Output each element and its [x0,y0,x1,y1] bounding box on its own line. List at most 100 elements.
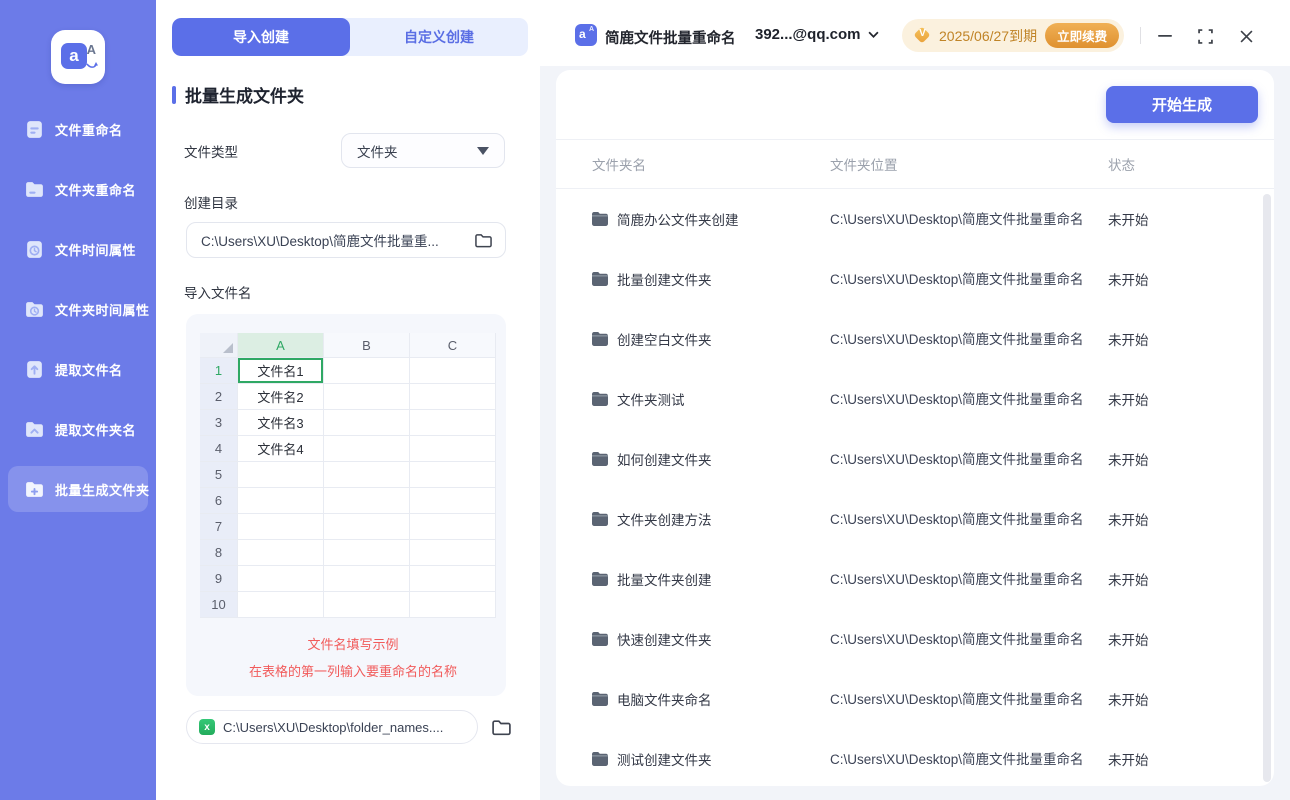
sheet-row-header-5[interactable]: 5 [200,462,238,488]
sheet-cell-B1[interactable] [324,358,410,384]
sidebar-item-label: 提取文件夹名 [55,420,136,439]
sheet-cell-C2[interactable] [410,384,496,410]
sheet-cell-C5[interactable] [410,462,496,488]
sheet-cell-B10[interactable] [324,592,410,618]
sheet-row-header-1[interactable]: 1 [200,358,238,384]
sheet-cell-A6[interactable] [238,488,324,514]
sheet-cell-A1[interactable]: 文件名1 [238,358,324,384]
settings-panel: 导入创建 自定义创建 批量生成文件夹 文件类型 文件夹 创建目录 C:\User… [156,0,540,800]
status-badge: 未开始 [1108,213,1149,228]
sheet-cell-B5[interactable] [324,462,410,488]
sidebar-item-batch-create-folder[interactable]: 批量生成文件夹 [8,466,148,512]
sheet-cell-B8[interactable] [324,540,410,566]
file-type-select[interactable]: 文件夹 [341,133,505,168]
sheet-cell-B9[interactable] [324,566,410,592]
sheet-row-header-4[interactable]: 4 [200,436,238,462]
sheet-cell-B2[interactable] [324,384,410,410]
create-mode-tabs: 导入创建 自定义创建 [172,18,528,56]
sidebar-item-label: 文件重命名 [55,120,123,139]
logo-a-icon: a [61,43,87,69]
sheet-cell-C9[interactable] [410,566,496,592]
sheet-cell-B4[interactable] [324,436,410,462]
sheet-col-header-B[interactable]: B [324,333,410,358]
sheet-cell-C8[interactable] [410,540,496,566]
card-toolbar: 开始生成 [556,70,1274,140]
status-badge: 未开始 [1108,333,1149,348]
close-icon [1240,30,1253,43]
sheet-cell-B6[interactable] [324,488,410,514]
import-file-path: C:\Users\XU\Desktop\folder_names.... [223,720,465,735]
close-button[interactable] [1234,24,1258,48]
folder-name: 快速创建文件夹 [617,629,712,649]
sidebar-item-label: 文件夹时间属性 [55,300,150,319]
sheet-row-header-9[interactable]: 9 [200,566,238,592]
sheet-cell-A5[interactable] [238,462,324,488]
file-type-label: 文件类型 [184,141,238,161]
sheet-row-header-7[interactable]: 7 [200,514,238,540]
sheet-cell-C4[interactable] [410,436,496,462]
sidebar-item-folder-rename[interactable]: 文件夹重命名 [8,166,148,212]
sheet-row-header-2[interactable]: 2 [200,384,238,410]
sheet-cell-A9[interactable] [238,566,324,592]
status-badge: 未开始 [1108,513,1149,528]
sheet-cell-A4[interactable]: 文件名4 [238,436,324,462]
sheet-cell-C3[interactable] [410,410,496,436]
status-badge: 未开始 [1108,273,1149,288]
create-dir-input[interactable]: C:\Users\XU\Desktop\简鹿文件批量重... [186,222,506,258]
folder-icon [592,512,608,526]
sidebar-item-label: 提取文件名 [55,360,123,379]
file-rename-icon [24,119,45,140]
import-file-input[interactable]: x C:\Users\XU\Desktop\folder_names.... [186,710,478,744]
sheet-col-header-C[interactable]: C [410,333,496,358]
sheet-cell-B3[interactable] [324,410,410,436]
sheet-select-all[interactable] [200,333,238,358]
sidebar-item-file-rename[interactable]: 文件重命名 [8,106,148,152]
folder-name: 批量文件夹创建 [617,569,712,589]
excel-file-icon: x [199,719,215,735]
sheet-cell-B7[interactable] [324,514,410,540]
folder-name: 如何创建文件夹 [617,449,712,469]
folder-path: C:\Users\XU\Desktop\简鹿文件批量重命名 [830,512,1084,527]
sidebar-item-extract-foldername[interactable]: 提取文件夹名 [8,406,148,452]
folder-icon [592,452,608,466]
window-title: 简鹿文件批量重命名 [605,27,736,48]
folder-icon [592,272,608,286]
create-dir-value: C:\Users\XU\Desktop\简鹿文件批量重... [201,230,466,250]
sheet-cell-A2[interactable]: 文件名2 [238,384,324,410]
maximize-button[interactable] [1193,24,1217,48]
sheet-row-header-8[interactable]: 8 [200,540,238,566]
sheet-cell-C7[interactable] [410,514,496,540]
sidebar-item-label: 批量生成文件夹 [55,480,150,499]
sheet-row-header-6[interactable]: 6 [200,488,238,514]
sidebar: a A 文件重命名 文件夹重命名 文件时间属性 [0,0,156,800]
sheet-hint-text: 在表格的第一列输入要重命名的名称 [200,661,506,680]
sheet-cell-A8[interactable] [238,540,324,566]
folder-icon [592,632,608,646]
sidebar-item-folder-time[interactable]: 文件夹时间属性 [8,286,148,332]
folder-path: C:\Users\XU\Desktop\简鹿文件批量重命名 [830,572,1084,587]
sidebar-item-extract-filename[interactable]: 提取文件名 [8,346,148,392]
browse-import-file-icon[interactable] [491,718,512,737]
sheet-cell-C10[interactable] [410,592,496,618]
sheet-cell-A3[interactable]: 文件名3 [238,410,324,436]
tab-custom-create[interactable]: 自定义创建 [350,18,528,56]
results-list: 简鹿办公文件夹创建 C:\Users\XU\Desktop\简鹿文件批量重命名 … [556,189,1274,786]
vertical-scrollbar[interactable] [1263,194,1271,782]
title-accent-bar [172,86,176,104]
account-menu[interactable]: 392...@qq.com [755,26,879,43]
renew-button[interactable]: 立即续费 [1045,23,1119,48]
sheet-row-header-3[interactable]: 3 [200,410,238,436]
sheet-cell-A10[interactable] [238,592,324,618]
start-generate-button[interactable]: 开始生成 [1106,86,1258,123]
tab-import-create[interactable]: 导入创建 [172,18,350,56]
sheet-cell-A7[interactable] [238,514,324,540]
browse-folder-icon[interactable] [474,232,493,249]
maximize-icon [1198,29,1213,44]
minimize-button[interactable] [1153,24,1177,48]
sheet-cell-C1[interactable] [410,358,496,384]
sheet-cell-C6[interactable] [410,488,496,514]
sidebar-item-file-time[interactable]: 文件时间属性 [8,226,148,272]
sheet-col-header-A[interactable]: A [238,333,324,358]
sheet-row-header-10[interactable]: 10 [200,592,238,618]
folder-path: C:\Users\XU\Desktop\简鹿文件批量重命名 [830,752,1084,767]
